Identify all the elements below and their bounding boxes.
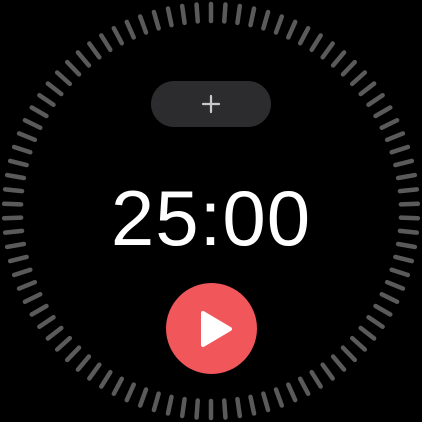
tick-mark [349,335,368,352]
tick-mark [397,187,420,194]
tick-mark [75,50,92,68]
tick-mark [87,41,102,60]
tick-mark [11,267,33,278]
tick-mark [124,382,136,403]
tick-mark [340,345,358,363]
tick-mark [16,279,38,291]
tick-mark [248,394,257,416]
tick-mark [75,354,92,372]
tick-mark [54,70,73,87]
tick-mark [273,387,285,408]
tick-mark [54,335,73,352]
tick-mark [99,33,113,53]
tick-mark [1,215,24,221]
tick-mark [235,396,243,419]
timer-watch-face: 25:00 [0,0,422,422]
tick-mark [194,398,200,420]
tick-mark [248,6,257,28]
tick-mark [373,105,393,119]
tick-mark [1,201,24,207]
tick-mark [124,19,136,40]
tick-mark [235,3,243,26]
tick-mark [384,131,406,143]
tick-mark [320,362,335,381]
tick-mark [389,267,411,278]
tick-mark [151,391,161,413]
tick-mark [330,354,347,372]
play-icon [200,310,232,347]
tick-mark [297,25,311,46]
tick-mark [4,241,27,250]
tick-mark [398,215,421,221]
tick-mark [111,25,125,46]
tick-mark [222,398,228,420]
tick-mark [29,105,49,119]
tick-mark [2,228,25,235]
tick-mark [179,396,187,419]
tick-mark [165,6,174,28]
play-button[interactable] [166,283,257,374]
tick-mark [99,369,113,389]
tick-mark [222,2,228,24]
tick-mark [87,362,102,381]
tick-mark [297,376,311,397]
tick-mark [309,369,323,389]
tick-mark [261,391,271,413]
tick-mark [7,254,29,264]
tick-mark [45,81,64,97]
tick-mark [389,144,411,155]
add-time-button[interactable] [151,81,271,127]
tick-mark [349,70,368,87]
tick-mark [398,201,421,207]
tick-mark [393,158,415,168]
tick-mark [16,131,38,143]
tick-mark [29,303,49,317]
tick-mark [179,3,187,26]
plus-icon [201,94,221,114]
tick-mark [111,376,125,397]
tick-mark [2,187,25,194]
timer-display: 25:00 [110,174,312,262]
tick-mark [286,19,298,40]
tick-mark [379,118,400,130]
tick-mark [261,9,271,31]
tick-mark [151,9,161,31]
tick-mark [373,303,393,317]
tick-mark [358,81,377,97]
tick-mark [395,241,418,250]
tick-mark [137,14,149,35]
tick-mark [330,50,347,68]
tick-mark [64,345,82,363]
tick-mark [37,315,56,329]
tick-mark [37,93,56,107]
tick-mark [358,325,377,341]
tick-mark [393,254,415,264]
tick-mark [7,158,29,168]
tick-mark [137,387,149,408]
tick-mark [22,292,43,304]
tick-mark [165,394,174,416]
tick-mark [11,144,33,155]
tick-mark [64,59,82,77]
tick-mark [379,292,400,304]
tick-mark [366,315,385,329]
tick-mark [22,118,43,130]
tick-mark [194,2,200,24]
tick-mark [395,172,418,181]
tick-mark [320,41,335,60]
tick-mark [4,172,27,181]
tick-mark [273,14,285,35]
tick-mark [384,279,406,291]
tick-mark [286,382,298,403]
tick-mark [397,228,420,235]
tick-mark [366,93,385,107]
tick-mark [309,33,323,53]
tick-mark [45,325,64,341]
tick-mark [340,59,358,77]
